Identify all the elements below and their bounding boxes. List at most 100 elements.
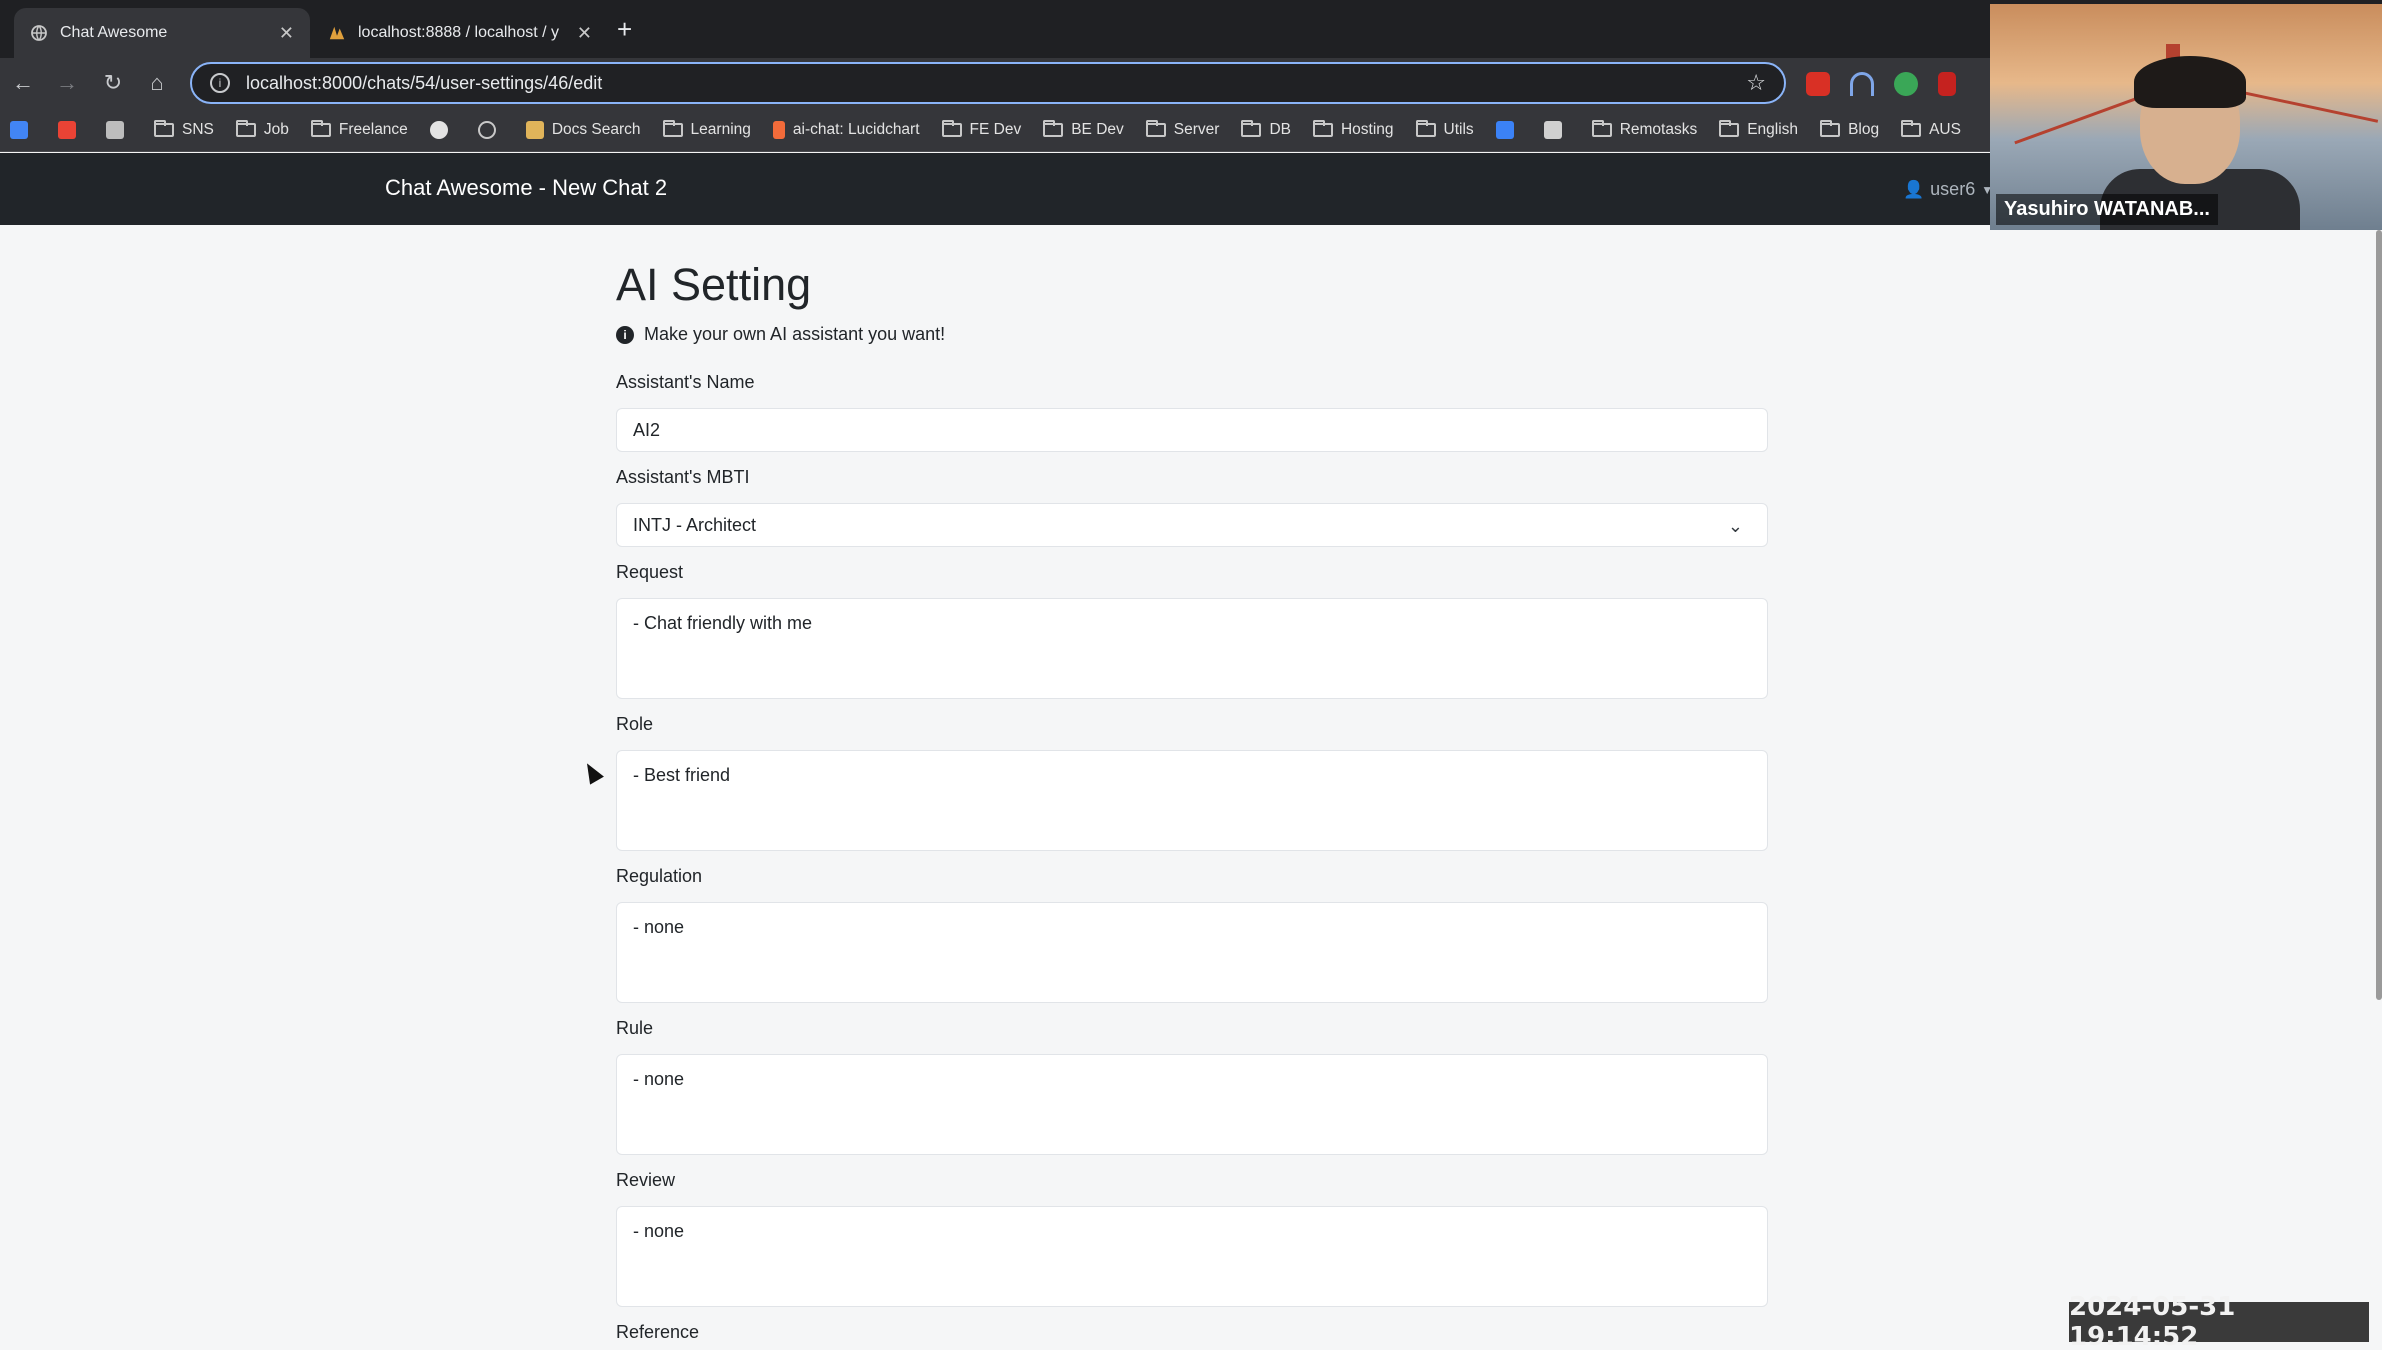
bookmark-label: Hosting	[1340, 120, 1394, 138]
rule-textarea[interactable]: - none	[616, 1054, 1768, 1155]
user-icon: 👤	[1903, 179, 1925, 199]
close-icon[interactable]: ✕	[577, 23, 592, 44]
bookmark-freelance[interactable]: Freelance	[310, 119, 408, 139]
form-hint: i Make your own AI assistant you want!	[616, 324, 945, 345]
tab-chat-awesome[interactable]: Chat Awesome ✕	[14, 8, 310, 58]
tab-localhost-8888[interactable]: localhost:8888 / localhost / y ✕	[312, 8, 608, 58]
url-text: localhost:8000/chats/54/user-settings/46…	[246, 72, 603, 93]
tab-title: Chat Awesome	[60, 24, 168, 41]
hint-text: Make your own AI assistant you want!	[644, 324, 946, 344]
bookmark-github[interactable]	[429, 120, 456, 139]
bookmark-calendar[interactable]	[10, 120, 36, 139]
site-info-icon[interactable]: i	[210, 73, 230, 93]
extension-icon[interactable]	[1894, 72, 1918, 96]
address-bar[interactable]: i localhost:8000/chats/54/user-settings/…	[190, 62, 1786, 104]
folder-icon	[941, 119, 962, 137]
folder-icon	[1719, 119, 1740, 137]
folder-icon	[1312, 119, 1333, 137]
name-label: Assistant's Name	[616, 372, 755, 392]
user-menu[interactable]: 👤 user6 ▼	[1903, 179, 1993, 200]
rule-label: Rule	[616, 1018, 654, 1038]
bookmark-label: Blog	[1848, 120, 1880, 138]
reload-icon[interactable]: ↻	[98, 68, 128, 98]
bookmark-gmail[interactable]	[58, 120, 84, 139]
folder-icon	[1043, 119, 1064, 137]
app-icon	[1543, 120, 1562, 139]
recording-timestamp: 2024-05-31 19:14:52	[2069, 1292, 2369, 1350]
folder-icon	[310, 119, 331, 137]
folder-icon	[1145, 119, 1166, 137]
role-value: - Best friend	[633, 765, 731, 785]
extension-icon[interactable]	[1850, 72, 1874, 96]
bookmark-app-blue[interactable]	[1495, 120, 1522, 139]
close-icon[interactable]: ✕	[279, 23, 294, 44]
app-icon	[1495, 120, 1514, 139]
bookmark-aus[interactable]: AUS	[1901, 119, 1961, 139]
bookmark-label: ai-chat: Lucidchart	[792, 120, 920, 138]
review-textarea[interactable]: - none	[616, 1206, 1768, 1307]
bookmark-docs-search[interactable]: Docs Search	[525, 120, 641, 139]
extension-icon[interactable]	[1938, 72, 1956, 96]
bookmark-label: SNS	[182, 120, 214, 138]
bookmark-lucidchart[interactable]: ai-chat: Lucidchart	[772, 120, 920, 139]
mbti-value: INTJ - Architect	[633, 514, 757, 535]
bookmark-label: FE Dev	[969, 120, 1022, 138]
back-icon[interactable]: ←	[8, 68, 38, 98]
mbti-label: Assistant's MBTI	[616, 467, 750, 487]
bookmark-db[interactable]: DB	[1241, 119, 1291, 139]
bookmark-sns[interactable]: SNS	[154, 119, 214, 139]
globe-icon	[477, 120, 496, 139]
regulation-label: Regulation	[616, 866, 703, 886]
forward-icon[interactable]: →	[52, 68, 82, 98]
bookmark-label: Freelance	[338, 120, 408, 138]
request-textarea[interactable]: - Chat friendly with me	[616, 598, 1768, 699]
regulation-textarea[interactable]: - none	[616, 902, 1768, 1003]
screen: { "browser": { "tabs": [ {"title": "Chat…	[0, 0, 2382, 1350]
role-textarea[interactable]: - Best friend	[616, 750, 1768, 851]
lucidchart-icon	[772, 120, 785, 139]
tab-title: localhost:8888 / localhost / y	[358, 24, 560, 41]
bookmark-learning[interactable]: Learning	[662, 119, 751, 139]
review-value: - none	[633, 1221, 685, 1241]
bookmark-blog[interactable]: Blog	[1820, 119, 1880, 139]
main-content: AI Setting i Make your own AI assistant …	[0, 225, 2382, 1350]
calendar-icon	[10, 120, 28, 139]
phpmyadmin-icon	[328, 24, 346, 42]
page-title: AI Setting	[616, 259, 812, 310]
name-value: AI2	[633, 419, 661, 440]
bookmark-globe[interactable]	[477, 120, 504, 139]
bookmark-star-icon[interactable]: ☆	[1746, 70, 1766, 96]
folder-icon	[662, 119, 683, 137]
new-tab-button[interactable]: +	[617, 14, 632, 44]
assistant-name-input[interactable]: AI2	[616, 408, 1768, 452]
extension-icon[interactable]	[1806, 72, 1830, 96]
app-brand[interactable]: Chat Awesome - New Chat 2	[385, 175, 667, 201]
bookmark-app[interactable]	[106, 120, 132, 139]
docs-icon	[525, 120, 544, 139]
mbti-select[interactable]: INTJ - Architect ⌄	[616, 503, 1768, 547]
user-name: user6	[1930, 179, 1976, 199]
bookmark-remotasks[interactable]: Remotasks	[1591, 119, 1697, 139]
folder-icon	[235, 119, 256, 137]
folder-icon	[1415, 119, 1436, 137]
bookmark-english[interactable]: English	[1719, 119, 1799, 139]
bookmark-job[interactable]: Job	[235, 119, 289, 139]
home-icon[interactable]: ⌂	[142, 68, 172, 98]
bookmark-fe-dev[interactable]: FE Dev	[941, 119, 1022, 139]
bookmark-server[interactable]: Server	[1145, 119, 1220, 139]
page-scrollbar[interactable]	[2376, 230, 2382, 1000]
bookmark-label: English	[1747, 120, 1799, 138]
rule-value: - none	[633, 1069, 685, 1089]
bookmark-label: BE Dev	[1071, 120, 1124, 138]
chevron-down-icon: ⌄	[1727, 516, 1743, 536]
participant-hair	[2134, 56, 2246, 108]
bookmark-utils[interactable]: Utils	[1415, 119, 1474, 139]
folder-icon	[1241, 119, 1262, 137]
info-icon: i	[616, 325, 634, 344]
bookmark-hosting[interactable]: Hosting	[1312, 119, 1394, 139]
bookmark-label: Server	[1173, 120, 1220, 138]
bookmark-app-gray[interactable]	[1543, 120, 1570, 139]
bookmark-be-dev[interactable]: BE Dev	[1043, 119, 1124, 139]
globe-icon	[30, 24, 48, 42]
folder-icon	[1901, 119, 1922, 137]
